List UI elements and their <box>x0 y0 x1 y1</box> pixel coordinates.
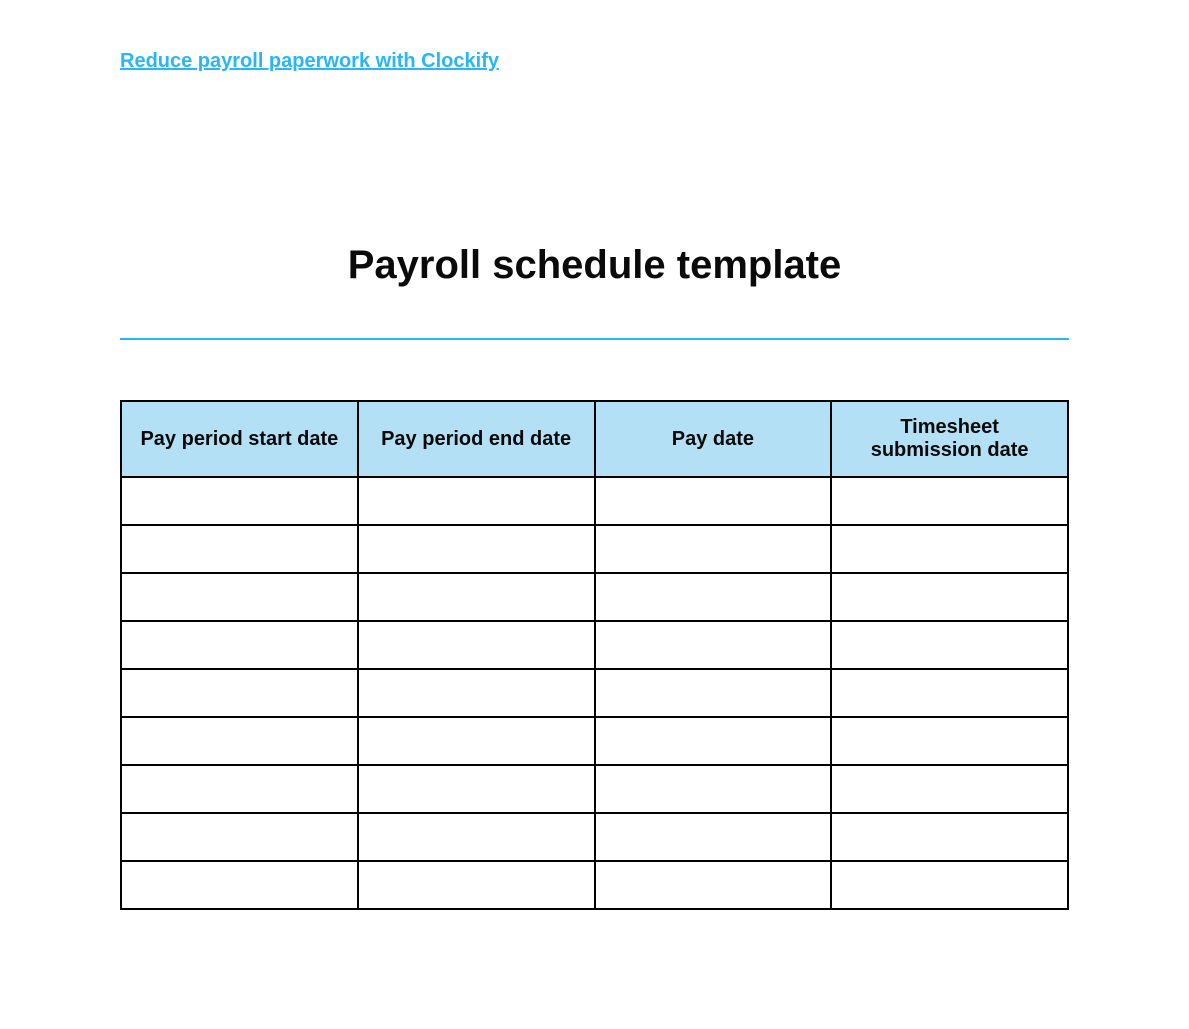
table-row <box>121 573 1068 621</box>
cell[interactable] <box>595 477 832 525</box>
cell[interactable] <box>121 861 358 909</box>
cell[interactable] <box>358 813 595 861</box>
cell[interactable] <box>831 621 1068 669</box>
divider <box>120 338 1069 340</box>
cell[interactable] <box>121 525 358 573</box>
table-row <box>121 717 1068 765</box>
cell[interactable] <box>831 525 1068 573</box>
cell[interactable] <box>831 477 1068 525</box>
cell[interactable] <box>595 621 832 669</box>
cell[interactable] <box>595 765 832 813</box>
promo-link[interactable]: Reduce payroll paperwork with Clockify <box>120 50 499 73</box>
table-body <box>121 477 1068 909</box>
table-row <box>121 477 1068 525</box>
cell[interactable] <box>595 525 832 573</box>
payroll-schedule-table: Pay period start date Pay period end dat… <box>120 400 1069 910</box>
cell[interactable] <box>358 525 595 573</box>
cell[interactable] <box>595 573 832 621</box>
cell[interactable] <box>358 669 595 717</box>
cell[interactable] <box>595 669 832 717</box>
cell[interactable] <box>831 813 1068 861</box>
cell[interactable] <box>121 669 358 717</box>
header-pay-date: Pay date <box>595 401 832 477</box>
cell[interactable] <box>121 765 358 813</box>
header-timesheet-submission: Timesheet submission date <box>831 401 1068 477</box>
header-pay-period-end: Pay period end date <box>358 401 595 477</box>
cell[interactable] <box>121 621 358 669</box>
table-row <box>121 813 1068 861</box>
table-row <box>121 765 1068 813</box>
cell[interactable] <box>358 765 595 813</box>
cell[interactable] <box>121 477 358 525</box>
cell[interactable] <box>831 669 1068 717</box>
table-row <box>121 861 1068 909</box>
table-row <box>121 525 1068 573</box>
document-title: Payroll schedule template <box>120 243 1069 288</box>
cell[interactable] <box>358 573 595 621</box>
cell[interactable] <box>121 573 358 621</box>
cell[interactable] <box>831 573 1068 621</box>
cell[interactable] <box>831 717 1068 765</box>
cell[interactable] <box>831 765 1068 813</box>
cell[interactable] <box>595 813 832 861</box>
table-row <box>121 669 1068 717</box>
cell[interactable] <box>358 621 595 669</box>
table-row <box>121 621 1068 669</box>
cell[interactable] <box>121 813 358 861</box>
cell[interactable] <box>358 861 595 909</box>
cell[interactable] <box>358 477 595 525</box>
header-pay-period-start: Pay period start date <box>121 401 358 477</box>
cell[interactable] <box>595 861 832 909</box>
cell[interactable] <box>121 717 358 765</box>
cell[interactable] <box>358 717 595 765</box>
cell[interactable] <box>831 861 1068 909</box>
cell[interactable] <box>595 717 832 765</box>
table-header-row: Pay period start date Pay period end dat… <box>121 401 1068 477</box>
